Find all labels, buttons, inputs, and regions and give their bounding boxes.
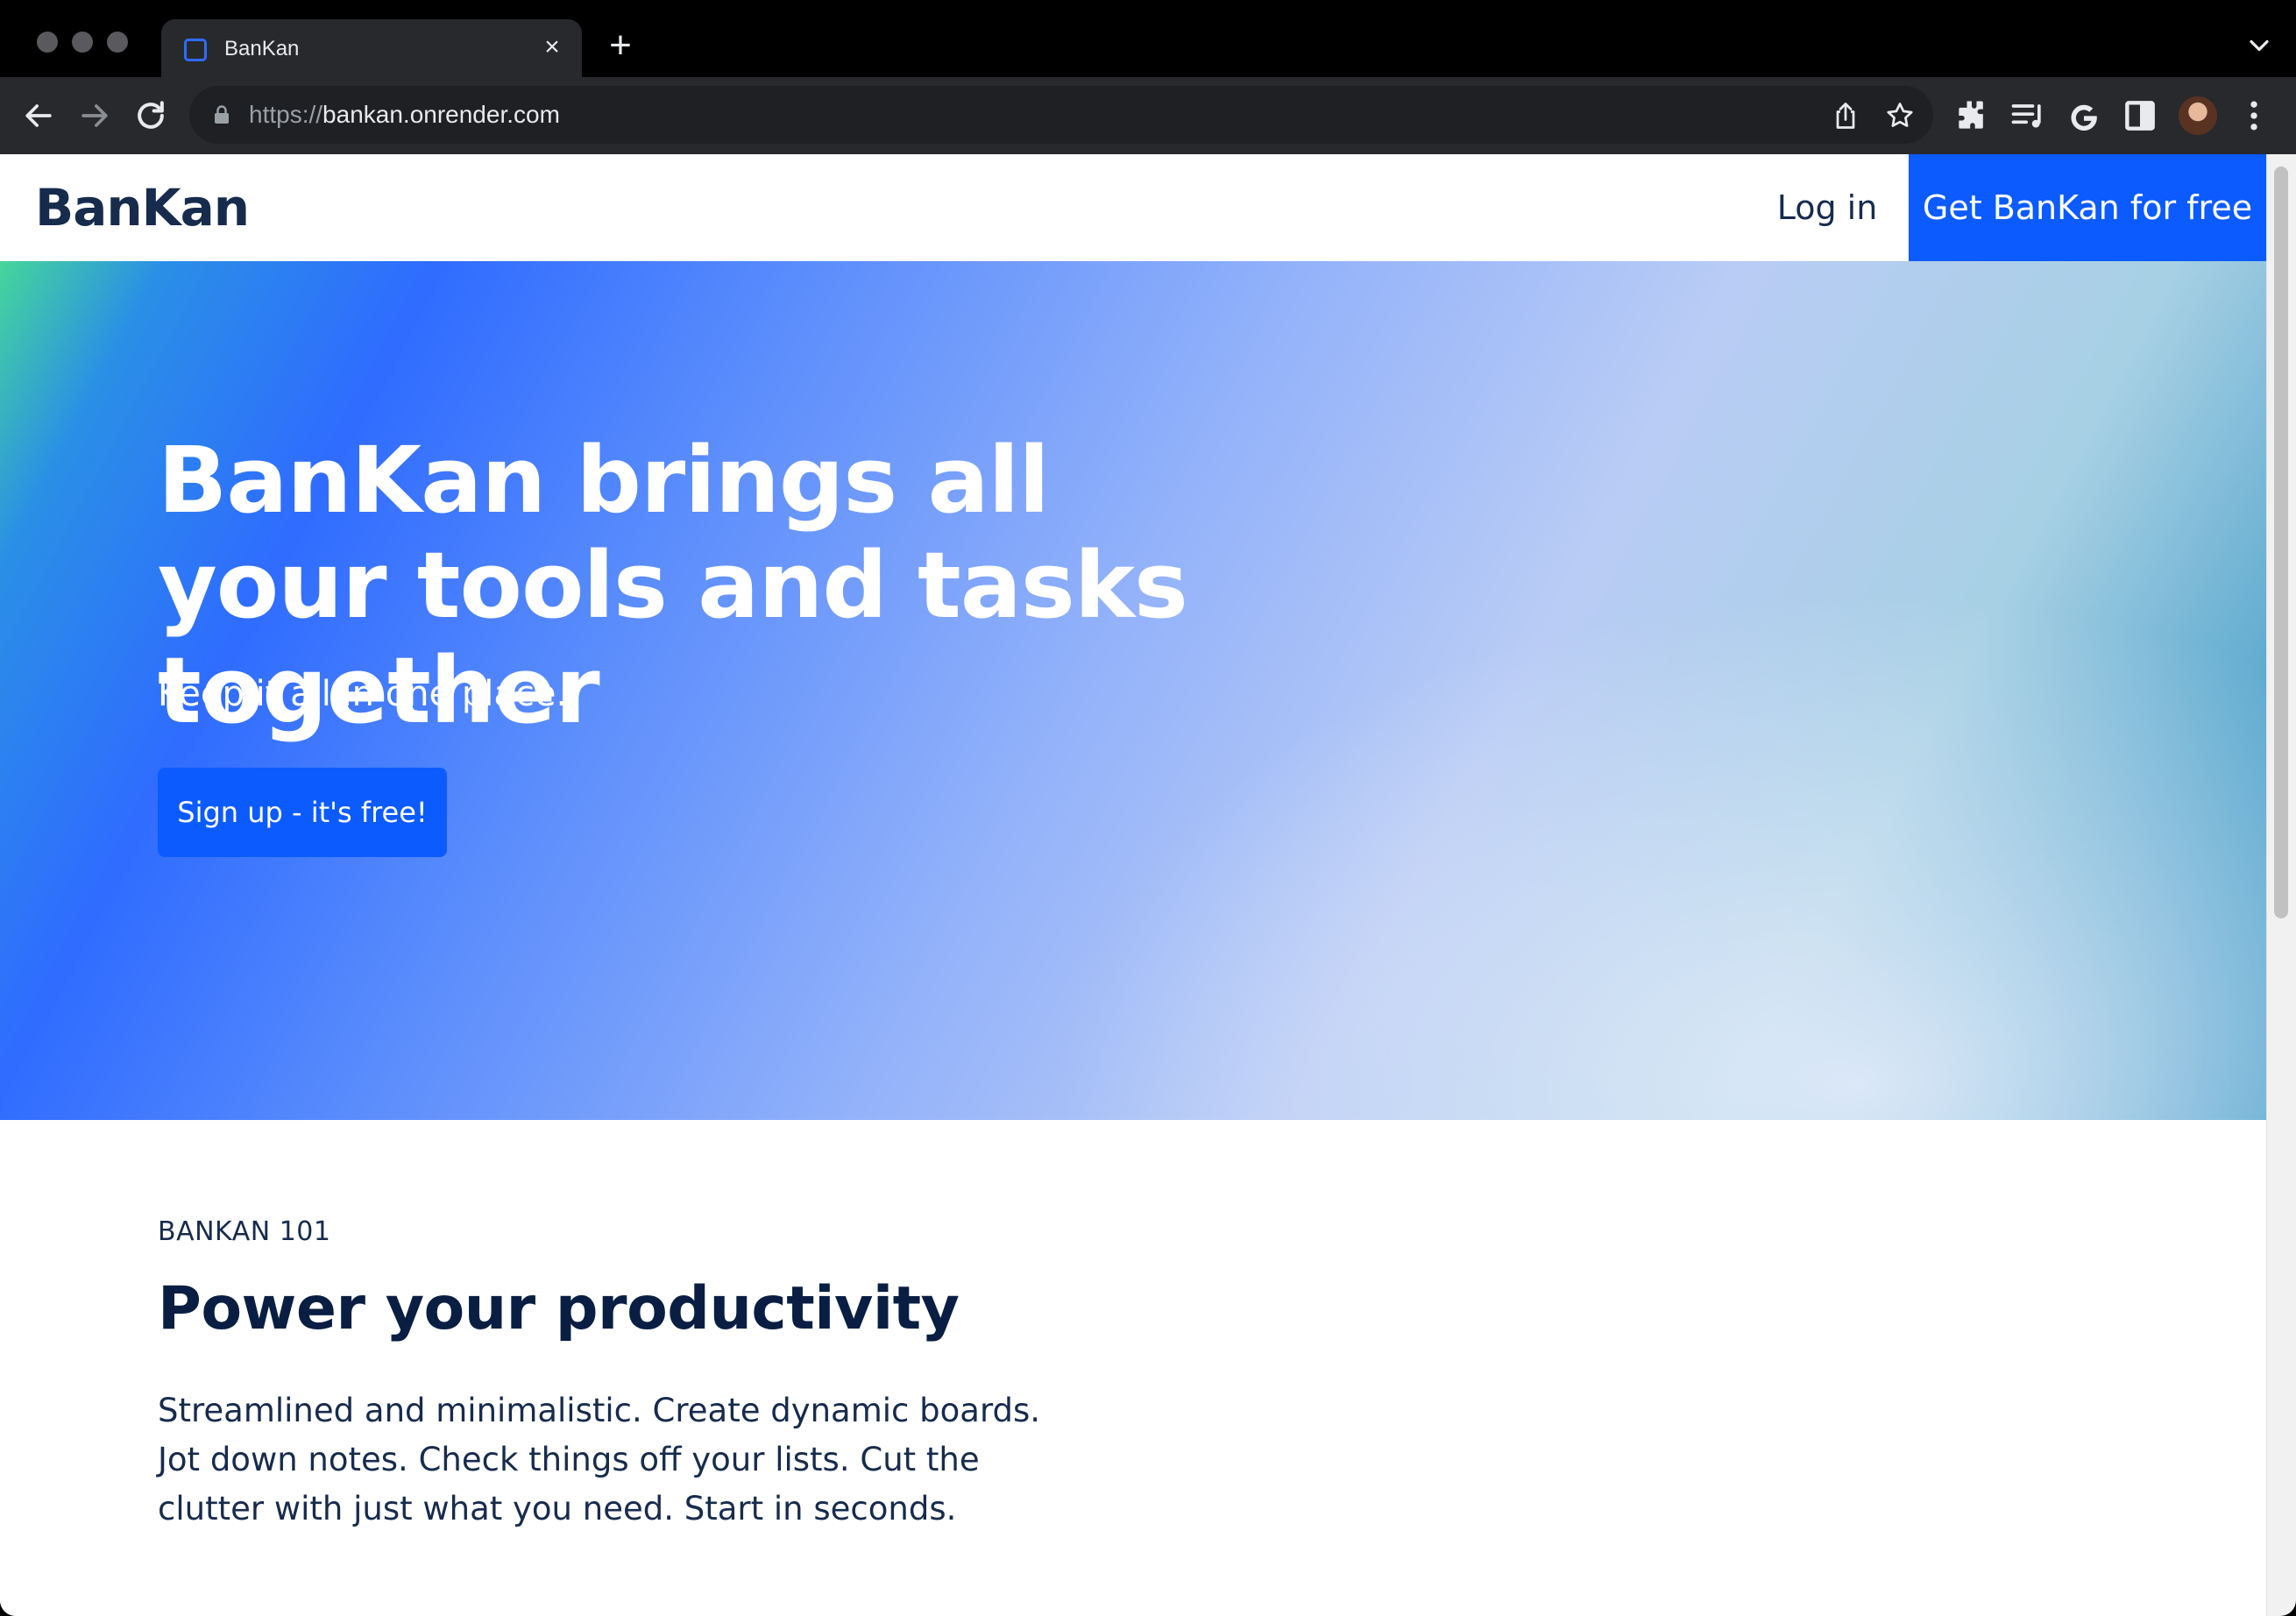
window-close-button[interactable]: [37, 32, 58, 53]
google-icon[interactable]: [2065, 96, 2103, 135]
section-title: Power your productivity: [158, 1274, 960, 1343]
section-body: Streamlined and minimalistic. Create dyn…: [158, 1392, 1041, 1527]
browser-window: BanKan × + https://bankan.onrender.com B…: [0, 0, 2296, 1616]
window-minimize-button[interactable]: [72, 32, 93, 53]
window-zoom-button[interactable]: [107, 32, 128, 53]
browser-toolbar: https://bankan.onrender.com: [0, 77, 2296, 154]
back-icon[interactable]: [19, 96, 58, 135]
get-bankan-free-button[interactable]: Get BanKan for free: [1909, 154, 2266, 261]
extensions-icon[interactable]: [1952, 96, 1991, 135]
url-host: bankan.onrender.com: [322, 101, 560, 128]
page-viewport: BanKan Log in Get BanKan for free BanKan…: [0, 154, 2266, 1616]
site-header: BanKan Log in Get BanKan for free: [0, 154, 2266, 261]
bankan-favicon-icon: [184, 39, 207, 61]
url-text[interactable]: https://bankan.onrender.com: [249, 101, 560, 129]
side-panel-icon[interactable]: [2121, 96, 2159, 135]
tab-bankan[interactable]: BanKan ×: [161, 19, 582, 77]
address-bar[interactable]: https://bankan.onrender.com: [189, 86, 1933, 144]
brand-logo[interactable]: BanKan: [35, 179, 250, 237]
hero-subtitle: Keep it all in one place.: [158, 674, 568, 714]
bankan-101-section: BANKAN 101 Power your productivity Strea…: [0, 1120, 2266, 1616]
menu-dots-icon[interactable]: [2235, 96, 2273, 135]
share-icon[interactable]: [1830, 100, 1861, 131]
section-eyebrow: BANKAN 101: [158, 1216, 331, 1247]
tab-strip: BanKan × +: [0, 0, 2296, 77]
bookmark-star-icon[interactable]: [1884, 100, 1916, 131]
page-scrollbar[interactable]: [2266, 154, 2296, 1616]
tab-title: BanKan: [224, 37, 300, 60]
new-tab-button[interactable]: +: [601, 26, 640, 65]
profile-avatar[interactable]: [2179, 96, 2217, 135]
lock-icon[interactable]: [212, 104, 231, 125]
hero-section: BanKan brings all your tools and tasks t…: [0, 261, 2266, 1120]
tab-close-icon[interactable]: ×: [536, 32, 568, 63]
login-link[interactable]: Log in: [1761, 188, 1893, 228]
reload-icon[interactable]: [131, 96, 170, 135]
forward-icon[interactable]: [75, 96, 114, 135]
tab-search-chevron-icon[interactable]: [2243, 30, 2275, 61]
signup-button[interactable]: Sign up - it's free!: [158, 768, 447, 857]
scrollbar-thumb[interactable]: [2274, 167, 2288, 918]
url-scheme: https://: [249, 101, 323, 128]
reading-list-icon[interactable]: [2009, 96, 2047, 135]
